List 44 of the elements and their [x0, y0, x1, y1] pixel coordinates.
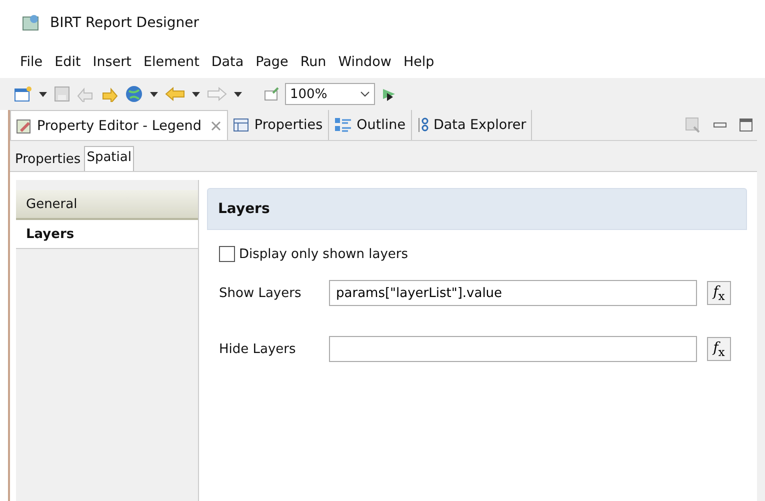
dropdown-arrow-icon[interactable] — [39, 92, 47, 96]
minimize-icon[interactable] — [713, 122, 727, 128]
menu-item[interactable]: Help — [397, 54, 440, 70]
view-tab[interactable]: Property Editor - Legend — [10, 110, 228, 140]
maximize-icon[interactable] — [739, 118, 753, 132]
menu-item[interactable]: Edit — [48, 54, 87, 70]
input-field[interactable]: params["layerList"].value — [329, 280, 697, 306]
outline-icon — [334, 117, 352, 133]
view-tab[interactable]: Outline — [328, 110, 412, 140]
close-icon[interactable] — [210, 120, 222, 132]
window-title: BIRT Report Designer — [50, 15, 200, 31]
new-file-icon[interactable] — [14, 86, 32, 102]
menu-item[interactable]: Element — [137, 54, 206, 70]
back-arrow-icon[interactable] — [165, 87, 185, 101]
menu-item[interactable]: File — [14, 54, 49, 70]
menu-item[interactable]: Insert — [86, 54, 138, 70]
chevron-down-icon[interactable] — [360, 91, 370, 97]
expression-button[interactable]: f$_{x}$ — [707, 281, 731, 305]
window-icon[interactable] — [264, 87, 280, 101]
dropdown-arrow-icon[interactable] — [234, 92, 242, 96]
sub-tab[interactable]: Spatial — [84, 146, 134, 171]
sidebar-item[interactable]: Layers — [16, 220, 198, 249]
sub-tab[interactable]: Properties — [12, 148, 84, 171]
dropdown-arrow-icon[interactable] — [150, 92, 158, 96]
dropdown-arrow-icon[interactable] — [192, 92, 200, 96]
table-icon — [233, 118, 250, 132]
menu-item[interactable]: Data — [205, 54, 250, 70]
menu-item[interactable]: Window — [332, 54, 398, 70]
input-field[interactable] — [329, 336, 697, 362]
sidebar-item[interactable]: General — [16, 190, 198, 220]
field-label: Show Layers — [219, 286, 302, 300]
zoom-dropdown[interactable]: 100% — [285, 83, 375, 105]
checkbox-label: Display only shown layers — [239, 246, 408, 262]
section-header: Layers — [207, 188, 747, 230]
menu-item[interactable]: Page — [250, 54, 294, 70]
view-tab[interactable]: Data Explorer — [412, 110, 532, 140]
menu-item[interactable]: Run — [294, 54, 332, 70]
checkbox[interactable] — [219, 246, 235, 262]
redo-arrow-icon[interactable] — [100, 86, 120, 102]
data-source-icon — [416, 117, 428, 133]
field-label: Hide Layers — [219, 342, 297, 356]
globe-icon[interactable] — [125, 85, 143, 103]
expression-button[interactable]: f$_{x}$ — [707, 337, 731, 361]
edit-icon — [16, 118, 32, 134]
